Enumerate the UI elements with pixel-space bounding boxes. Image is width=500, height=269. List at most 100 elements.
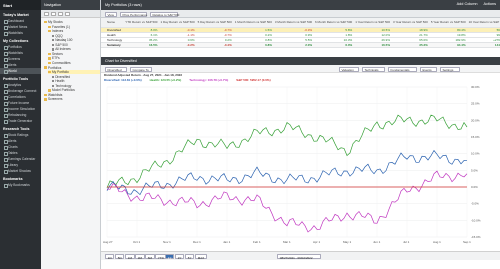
nav-tree-item[interactable]: QQQ (52, 34, 100, 38)
period-button[interactable]: MAX (195, 254, 208, 260)
sidebar-item[interactable]: Market Shadow (0, 168, 41, 174)
column-header[interactable]: 3 Month Return vs S&P 500 (273, 18, 314, 28)
nav-tree-item[interactable]: Model Portfolios (48, 88, 100, 92)
table-cell: 35.2% (391, 42, 430, 48)
x-tick-label: Oct 1 (133, 240, 141, 244)
table-cell: -0.4% (196, 42, 234, 48)
column-header[interactable]: 5 Day Return vs S&P 500 (196, 18, 234, 28)
legend-item[interactable]: Health: 123.55 (+0.2%) (150, 78, 182, 82)
column-header[interactable]: Name (101, 18, 124, 28)
chart-title: Chart for Diversified (105, 59, 137, 63)
nav-tree-item[interactable]: Favorites (1) (48, 25, 100, 29)
table-row[interactable]: Summary 16.5% -0.2% -0.4% 0.8% 2.0% 6.0% 16.5% 3… (101, 42, 500, 48)
x-tick-label: Jan 1 (223, 240, 231, 244)
legend-item[interactable]: Technology: 106.78 (+0.7%) (189, 78, 228, 82)
period-button[interactable]: 1Y (165, 254, 175, 260)
view-select[interactable]: View (105, 11, 117, 17)
period-button[interactable]: 5Y (185, 254, 195, 260)
x-tick-label: Dec 1 (193, 240, 201, 244)
nav-tree-item[interactable]: Nasdaq 100 (52, 38, 100, 42)
performance-chart[interactable]: 30.0% 25.0% 20.0% 15.0% 10.0% 5.0% 0.0% -5.0% -1… (101, 83, 500, 251)
period-button[interactable]: 6M (145, 254, 155, 260)
folder-icon (48, 57, 51, 60)
nav-tree-label: Watchlists (48, 92, 63, 97)
column-header[interactable]: 1 Day Return vs S&P 500 (158, 18, 197, 28)
table-cell: Summary (101, 42, 124, 48)
nav-tree-label: Nasdaq 100 (55, 38, 73, 43)
period-button[interactable]: 1D (105, 254, 115, 260)
nav-tree-item[interactable]: Commodities (48, 61, 100, 65)
nav-tree-item[interactable]: Watchlists (44, 93, 100, 97)
valuation-button[interactable]: Valuation (339, 66, 359, 72)
checkbox-icon (52, 80, 55, 83)
actions-button[interactable]: Actions (484, 2, 496, 6)
nav-tree-item[interactable]: S&P 500 (52, 43, 100, 47)
sidebar-item[interactable]: World (0, 68, 41, 74)
nav-tree-item[interactable]: Health (52, 79, 100, 83)
x-tick-label: May 1 (343, 240, 352, 244)
navigation-title: Navigation (41, 0, 100, 10)
relative-select[interactable]: Relative to S&P 500 (150, 11, 179, 17)
chart-symbol-select[interactable]: Diversified (105, 66, 127, 72)
sidebar-item[interactable]: Watchlists (0, 30, 41, 36)
nav-tree-item[interactable]: Technology (52, 84, 100, 88)
legend-item[interactable]: Diversified: 113.81 (+0.6%) (104, 78, 142, 82)
nav-tree-item[interactable]: All Indexes (52, 47, 100, 51)
period-button[interactable]: 3M (135, 254, 145, 260)
sidebar-section-title: Research Tools (3, 127, 30, 131)
portfolio-header: My Portfolios (3 rows) Add Column Action… (101, 0, 500, 10)
delete-icon[interactable] (65, 11, 70, 16)
technicals-button[interactable]: Technicals (362, 66, 385, 72)
nav-tree-item[interactable]: Sectors (48, 52, 100, 56)
period-button[interactable]: 3Y (175, 254, 185, 260)
performance-select[interactable]: Price Performance (120, 11, 147, 17)
x-tick-label: Sep 1 (463, 240, 471, 244)
nav-tree-label: Diversified (55, 74, 71, 79)
table-cell: 0.8% (233, 42, 274, 48)
nav-tree-item[interactable]: Indexes (48, 29, 100, 33)
period-button[interactable]: 5D (115, 254, 125, 260)
nav-tree-item[interactable]: My Stocks (44, 20, 100, 24)
sidebar-item[interactable]: My Bookmarks (0, 182, 41, 188)
nav-tree-item[interactable]: ETFs (48, 56, 100, 60)
add-icon[interactable] (44, 11, 49, 16)
settings-button[interactable]: Settings (440, 66, 460, 72)
legend-item[interactable]: S&P 500: 5952.17 (0.0%) (236, 78, 270, 82)
nav-tree-item[interactable]: Portfolios (44, 66, 100, 70)
sidebar-section-title: Bookmarks (3, 177, 23, 181)
period-button[interactable]: 1M (125, 254, 135, 260)
column-header[interactable]: 1 Month Return vs S&P 500 (233, 18, 274, 28)
column-header[interactable]: 3 Year Return vs S&P 500 (391, 18, 430, 28)
nav-tree-label: My Portfolio (52, 70, 69, 75)
nav-tree-label: My Stocks (48, 20, 63, 24)
edit-icon[interactable] (58, 11, 63, 16)
add-column-button[interactable]: Add Column (457, 2, 478, 6)
column-header[interactable]: 1 Year Return vs S&P 500 (353, 18, 392, 28)
nav-tree-label: Sectors (52, 51, 63, 56)
folder-icon (48, 52, 51, 56)
events-button[interactable]: Events (420, 66, 437, 72)
nav-tree-item[interactable]: Diversified (52, 75, 100, 79)
folder-icon[interactable] (51, 11, 56, 16)
legend-title: Dividend Adjusted Return - Aug 27, 2021 … (104, 73, 182, 77)
sidebar-item[interactable]: Trade Generator (0, 118, 41, 124)
x-tick-label: Feb 1 (253, 240, 261, 244)
y-tick-label: -5.0% (471, 202, 479, 206)
chart-period-bar: 1D 5D 1M 3M 6M YTD 1Y 3Y 5Y MAX 08/27/2021 - 09/0… (101, 251, 500, 260)
checkbox-icon (52, 39, 55, 42)
folder-icon (44, 20, 47, 24)
brand-logo[interactable]: Start (0, 0, 41, 10)
column-header[interactable]: 5 Year Return vs S&P 500 (429, 18, 468, 28)
compare-select[interactable]: Compare To (130, 66, 152, 72)
column-header[interactable]: 10 Year Return vs S&P 500 (467, 18, 500, 28)
checkbox-icon (52, 84, 55, 87)
column-header[interactable]: YTD Return vs S&P 500 (123, 18, 159, 28)
nav-tree-label: Model Portfolios (52, 88, 75, 93)
table-cell: 144.3% (467, 42, 500, 48)
nav-tree-item[interactable]: Screeners (44, 97, 100, 101)
folder-icon (44, 93, 47, 97)
nav-tree-item[interactable]: My Portfolio (48, 70, 100, 75)
fundamentals-button[interactable]: Fundamentals (388, 66, 417, 72)
date-range-field[interactable]: 08/27/2021 - 09/02/2022 (277, 254, 321, 260)
column-header[interactable]: 6 Month Return vs S&P 500 (313, 18, 354, 28)
